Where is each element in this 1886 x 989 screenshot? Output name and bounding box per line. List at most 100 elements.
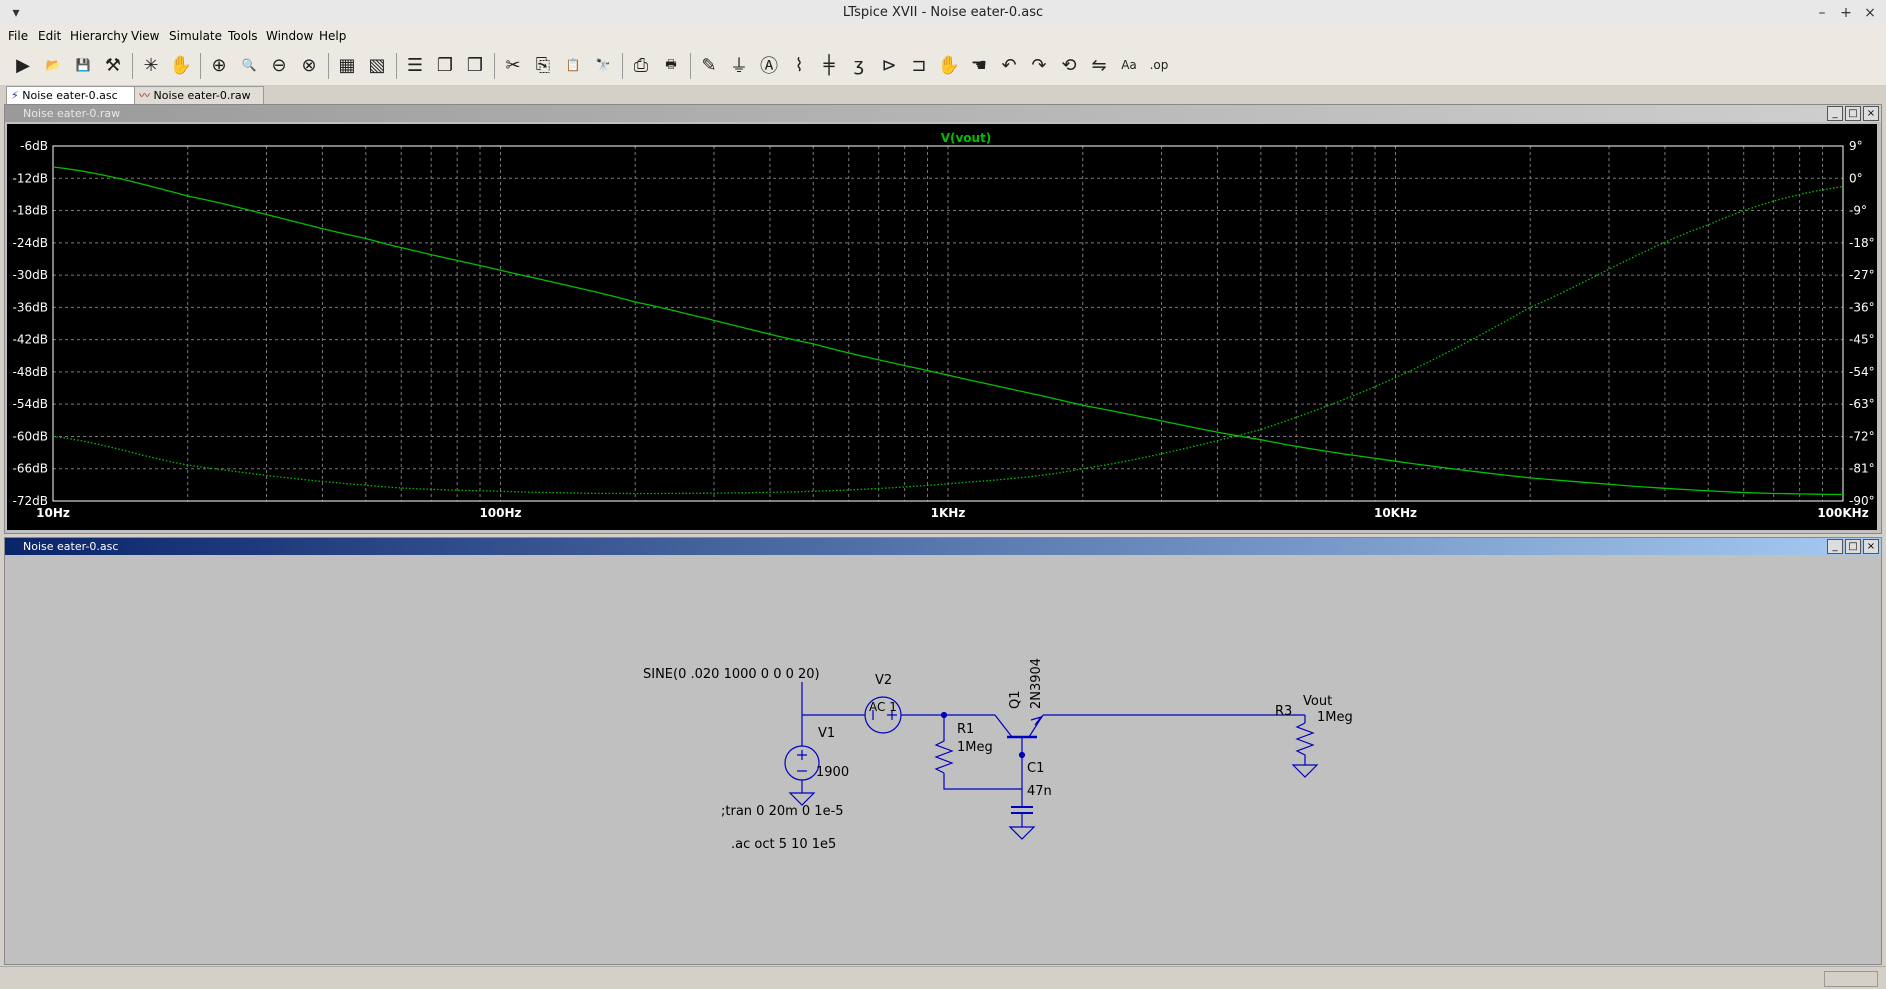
v2-sine-spec[interactable]: SINE(0 .020 1000 0 0 0 20) — [643, 667, 820, 682]
cascade-button[interactable]: ❐ — [432, 52, 458, 78]
redo-button[interactable]: ↷ — [1026, 52, 1052, 78]
mirror-button[interactable]: ⇋ — [1086, 52, 1112, 78]
y-tick-label-right: -63° — [1849, 397, 1875, 411]
tab-waveform[interactable]: 〰 Noise eater-0.raw — [134, 86, 264, 105]
control-panel-button[interactable]: ⚒ — [100, 52, 126, 78]
draw-wire-button[interactable]: ✎ — [696, 52, 722, 78]
y-tick-label-right: -54° — [1849, 365, 1875, 379]
tile-horizontal-button[interactable]: ☰ — [402, 52, 428, 78]
autorange-button[interactable]: ▦ — [334, 52, 360, 78]
waveform-window-titlebar[interactable]: Noise eater-0.raw — [5, 105, 1881, 122]
voltage-source-v1[interactable] — [784, 715, 820, 806]
menu-help[interactable]: Help — [319, 29, 346, 43]
zoom-fit-button[interactable]: ⊗ — [296, 52, 322, 78]
resistor-button[interactable]: ⌇ — [786, 52, 812, 78]
save-button[interactable]: 💾 — [70, 52, 96, 78]
v1-value[interactable]: 1900 — [816, 765, 849, 780]
text-button[interactable]: Aa — [1116, 52, 1142, 78]
c1-label[interactable]: C1 — [1027, 761, 1044, 776]
y-tick-label-left: -66dB — [13, 462, 48, 476]
q1-model[interactable]: 2N3904 — [1029, 658, 1044, 709]
vout-net-label[interactable]: Vout — [1303, 694, 1332, 709]
schematic-window-titlebar[interactable]: Noise eater-0.asc — [5, 538, 1881, 555]
resistor-r3[interactable] — [1291, 722, 1319, 778]
find-button[interactable]: 🔭 — [590, 52, 616, 78]
move-button[interactable]: ✋ — [936, 52, 962, 78]
open-button[interactable]: 📂 — [40, 52, 66, 78]
schematic-window-title: Noise eater-0.asc — [23, 540, 119, 553]
trace-title[interactable]: V(vout) — [941, 131, 992, 145]
ac-directive[interactable]: .ac oct 5 10 1e5 — [731, 837, 836, 852]
toolbar-separator — [132, 53, 133, 79]
maximize-button[interactable]: + — [1836, 3, 1856, 23]
zoom-out-button[interactable]: ⊖ — [266, 52, 292, 78]
tran-directive[interactable]: ;tran 0 20m 0 1e-5 — [721, 804, 844, 819]
print-preview-button[interactable]: ⎙ — [628, 52, 654, 78]
r1-value[interactable]: 1Meg — [957, 740, 993, 755]
transistor-q1[interactable] — [994, 714, 1044, 755]
toolbar-separator — [690, 53, 691, 79]
grid-button[interactable]: ▧ — [364, 52, 390, 78]
waveform-window-title: Noise eater-0.raw — [23, 107, 121, 120]
waveform-plot[interactable]: -6dB -12dB -18dB -24dB -30dB -36dB -42dB -48dB -… — [7, 124, 1877, 530]
y-tick-label-right: -81° — [1849, 462, 1875, 476]
copy-button[interactable]: ⎘ — [530, 52, 556, 78]
undo-button[interactable]: ↶ — [996, 52, 1022, 78]
zoom-in-button[interactable]: ⊕ — [206, 52, 232, 78]
schematic-minimize-button[interactable]: _ — [1827, 539, 1843, 554]
status-bar — [0, 966, 1886, 989]
capacitor-button[interactable]: ╪ — [816, 52, 842, 78]
component-button[interactable]: ⊐ — [906, 52, 932, 78]
print-button[interactable]: 🖶 — [658, 52, 684, 78]
q1-label[interactable]: Q1 — [1008, 690, 1023, 709]
c1-value[interactable]: 47n — [1027, 784, 1052, 799]
zoom-area-button[interactable]: 🔍 — [236, 52, 262, 78]
schematic-canvas[interactable]: SINE(0 .020 1000 0 0 0 20) V2 AC 1 V1 19… — [7, 557, 1877, 961]
menu-view[interactable]: View — [131, 29, 159, 43]
pan-button[interactable]: ✋ — [168, 52, 194, 78]
waveform-maximize-button[interactable]: □ — [1845, 106, 1861, 121]
wire[interactable] — [943, 773, 1022, 790]
waveform-close-button[interactable]: × — [1863, 106, 1879, 121]
schematic-close-button[interactable]: × — [1863, 539, 1879, 554]
menu-bar: File Edit Hierarchy View Simulate Tools … — [0, 26, 1886, 47]
menu-file[interactable]: File — [8, 29, 28, 43]
run-button[interactable]: ▶ — [10, 52, 36, 78]
paste-button[interactable]: 📋 — [560, 52, 586, 78]
r3-value[interactable]: 1Meg — [1317, 710, 1353, 725]
rotate-button[interactable]: ⟲ — [1056, 52, 1082, 78]
y-tick-label-right: -9° — [1849, 204, 1867, 218]
document-tabs: ⚡ Noise eater-0.asc 〰 Noise eater-0.raw — [0, 85, 1886, 105]
tile-vertical-button[interactable]: ❒ — [462, 52, 488, 78]
label-net-button[interactable]: Ⓐ — [756, 52, 782, 78]
y-tick-label-left: -60dB — [13, 429, 48, 443]
schematic-labels: SINE(0 .020 1000 0 0 0 20) V2 AC 1 V1 19… — [643, 658, 1353, 852]
v1-label[interactable]: V1 — [818, 726, 835, 741]
schematic-maximize-button[interactable]: □ — [1845, 539, 1861, 554]
title-bar: ▾ LTspice XVII - Noise eater-0.asc – + × — [0, 0, 1886, 27]
tab-schematic[interactable]: ⚡ Noise eater-0.asc — [6, 86, 136, 105]
menu-tools[interactable]: Tools — [228, 29, 258, 43]
menu-edit[interactable]: Edit — [38, 29, 61, 43]
close-button[interactable]: × — [1860, 3, 1880, 23]
y-tick-label-left: -6dB — [20, 139, 48, 153]
v2-ac-spec[interactable]: AC 1 — [869, 700, 897, 714]
minimize-button[interactable]: – — [1812, 3, 1832, 23]
tab-label: Noise eater-0.asc — [22, 89, 118, 102]
x-tick-label: 1KHz — [931, 506, 966, 520]
drag-button[interactable]: ☚ — [966, 52, 992, 78]
r3-label[interactable]: R3 — [1275, 704, 1292, 719]
halt-button[interactable]: ✳ — [138, 52, 164, 78]
menu-window[interactable]: Window — [266, 29, 313, 43]
v2-label[interactable]: V2 — [875, 673, 892, 688]
cut-button[interactable]: ✂ — [500, 52, 526, 78]
menu-hierarchy[interactable]: Hierarchy — [70, 29, 128, 43]
menu-simulate[interactable]: Simulate — [169, 29, 222, 43]
inductor-button[interactable]: ʒ — [846, 52, 872, 78]
diode-button[interactable]: ⊳ — [876, 52, 902, 78]
spice-directive-button[interactable]: .op — [1146, 52, 1172, 78]
r1-label[interactable]: R1 — [957, 722, 974, 737]
waveform-minimize-button[interactable]: _ — [1827, 106, 1843, 121]
schematic-window-controls: _ □ × — [1827, 539, 1879, 554]
ground-button[interactable]: ⏚ — [726, 52, 752, 78]
